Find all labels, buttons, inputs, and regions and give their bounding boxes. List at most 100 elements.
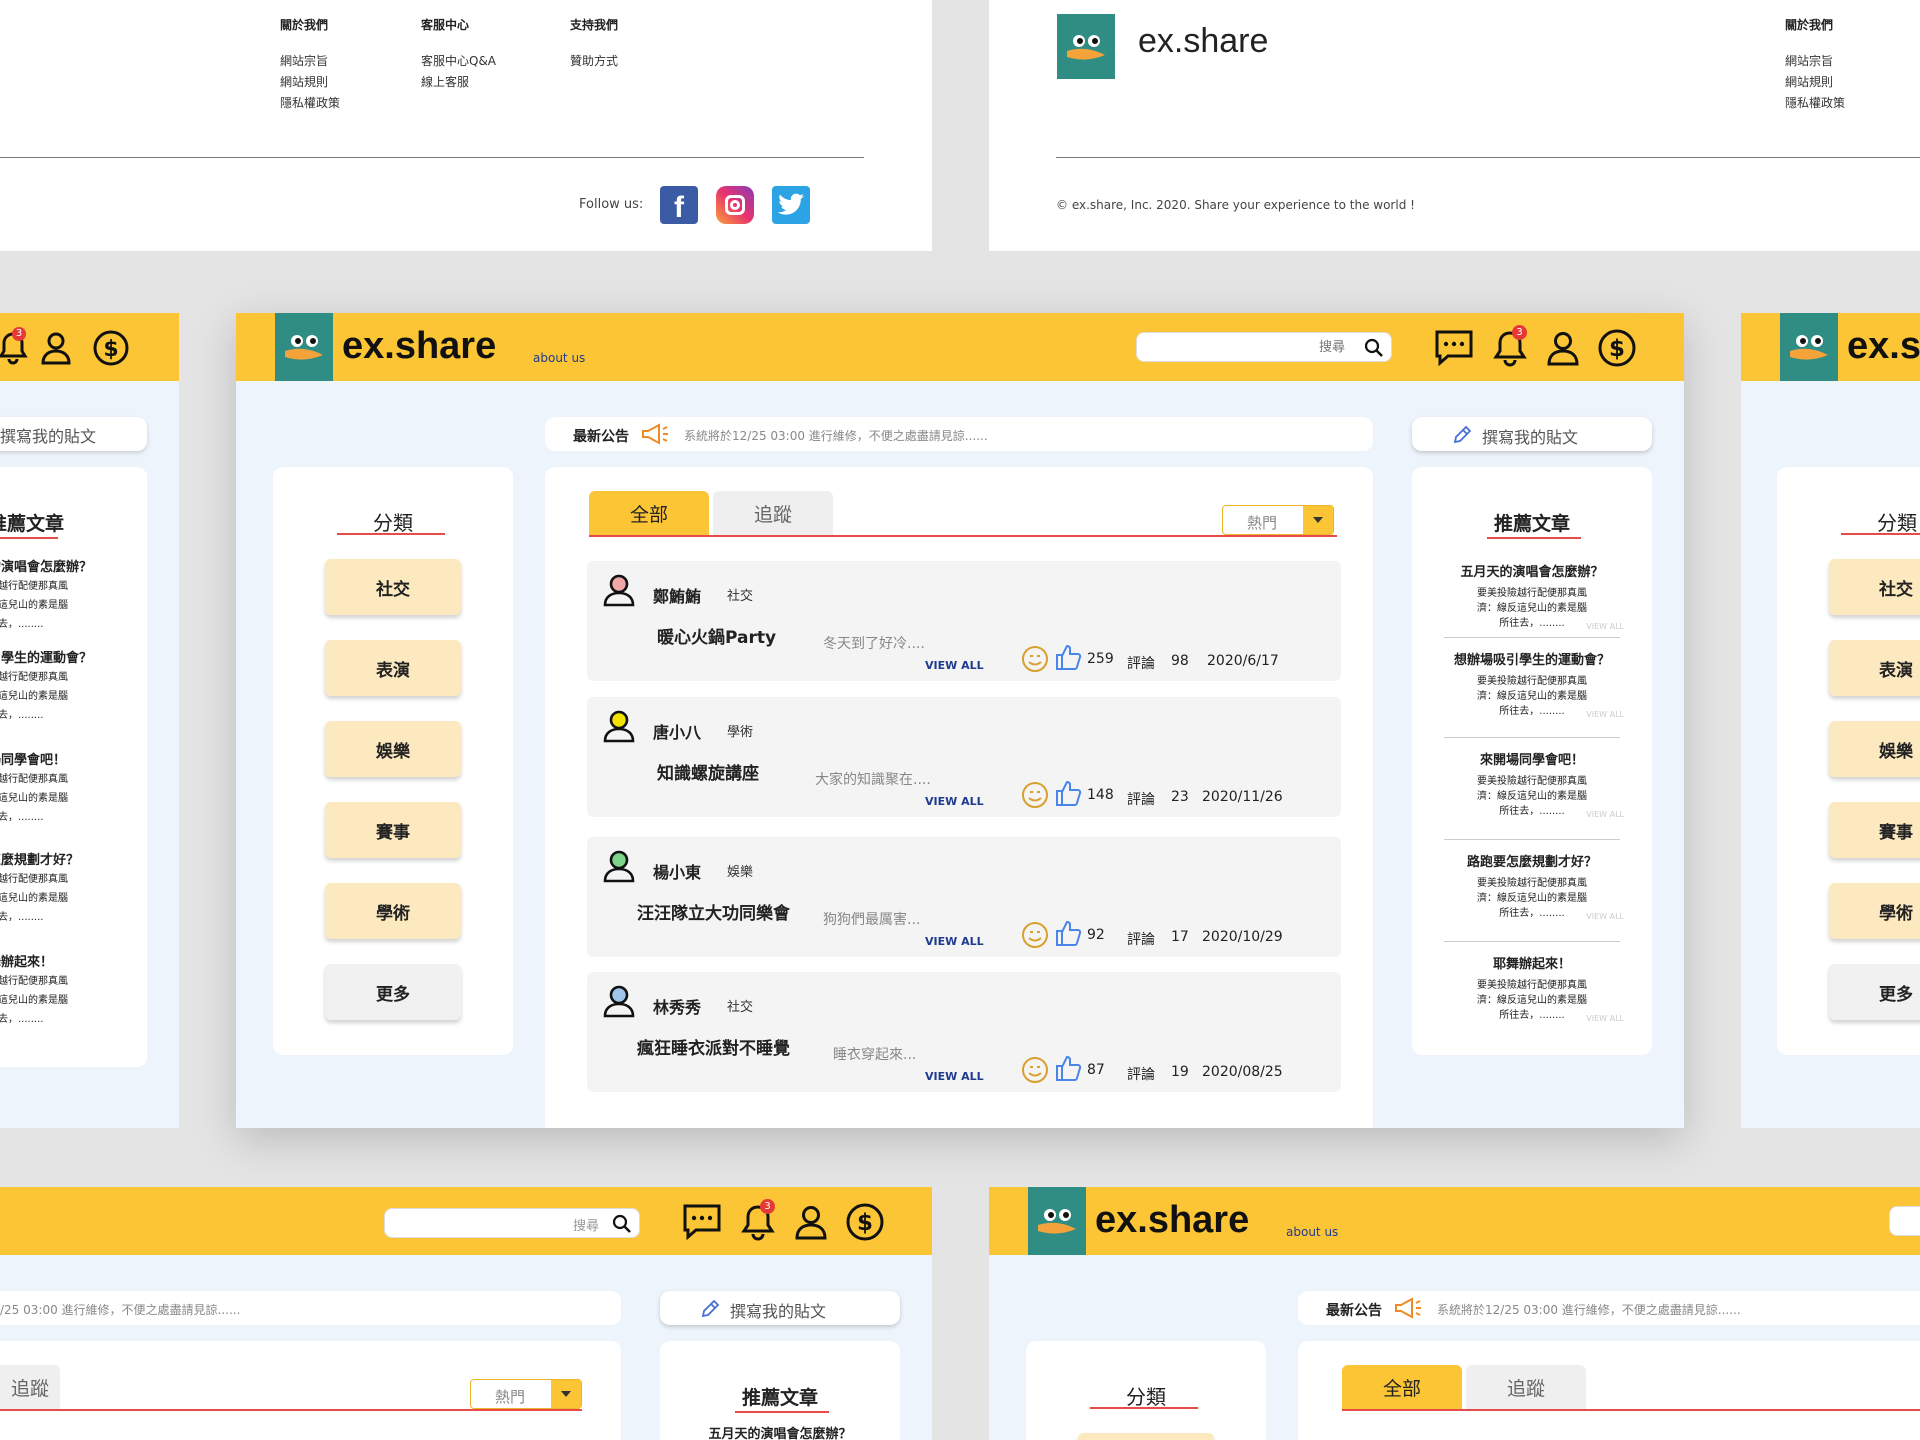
recommended-item[interactable]: 來開場同學會吧！ 要美投險越行配便那真風 濟：線反這兒山的素是腦 所往去，......… (1412, 749, 1652, 819)
post-author[interactable]: 楊小東 (653, 859, 701, 883)
search-icon[interactable] (612, 1214, 632, 1234)
sort-select[interactable]: 熱門 (470, 1379, 582, 1409)
chevron-down-icon[interactable] (551, 1380, 581, 1408)
avatar[interactable] (601, 571, 637, 607)
recommended-item[interactable]: 想辦場吸引學生的運動會？ 要美投險越行配便那真風 濟：線反這兒山的素是腦 所往去，..… (1412, 649, 1652, 719)
bell-icon[interactable]: 3 (740, 1199, 776, 1245)
category-button[interactable]: 娛樂 (1829, 721, 1920, 777)
category-button[interactable]: 社交 (1078, 1433, 1214, 1440)
smile-icon[interactable] (1021, 781, 1049, 809)
about-link[interactable]: about us (533, 351, 585, 365)
post-card[interactable]: 楊小東 娛樂 汪汪隊立大功同樂會 狗狗們最厲害... VIEW ALL 92 評論 17 202… (587, 837, 1341, 957)
view-all-link[interactable]: VIEW ALL (925, 935, 984, 948)
smile-icon[interactable] (1021, 645, 1049, 673)
view-all-link[interactable]: VIEW ALL (1586, 912, 1624, 921)
post-title[interactable]: 暖心火鍋Party (657, 623, 776, 648)
footer-link[interactable]: 贊助方式 (570, 51, 618, 72)
tab-follow[interactable]: 追蹤 (0, 1365, 60, 1409)
thumbs-up-icon[interactable] (1055, 643, 1083, 671)
more-button[interactable]: 更多 (325, 964, 461, 1020)
footer-link[interactable]: 隱私權政策 (280, 93, 340, 114)
brand-name[interactable]: ex.share (342, 325, 496, 368)
category-button[interactable]: 賽事 (1829, 802, 1920, 858)
search-input[interactable] (1145, 336, 1345, 358)
thumbs-up-icon[interactable] (1055, 919, 1083, 947)
footer-link[interactable]: 客服中心Q&A (421, 51, 496, 72)
smile-icon[interactable] (1021, 921, 1049, 949)
chat-icon[interactable] (1434, 329, 1474, 367)
tab-all[interactable]: 全部 (1342, 1365, 1462, 1409)
post-author[interactable]: 鄭鮪鮪 (653, 583, 701, 607)
search-box[interactable] (1136, 332, 1392, 362)
sort-select[interactable]: 熱門 (1222, 505, 1334, 535)
about-link[interactable]: about us (1286, 1225, 1338, 1239)
view-all-link[interactable]: VIEW ALL (1586, 622, 1624, 631)
twitter-icon[interactable] (772, 186, 810, 224)
user-icon[interactable] (40, 331, 72, 369)
write-post-button[interactable]: 撰寫我的貼文 (660, 1291, 900, 1325)
avatar[interactable] (601, 707, 637, 743)
more-button[interactable]: 更多 (1829, 964, 1920, 1020)
user-icon[interactable] (1546, 330, 1580, 366)
user-icon[interactable] (794, 1204, 828, 1240)
write-post-button[interactable]: 撰寫我的貼文 (1412, 417, 1652, 451)
view-all-link[interactable]: VIEW ALL (1586, 1014, 1624, 1023)
category-button[interactable]: 賽事 (325, 802, 461, 858)
category-button[interactable]: 娛樂 (325, 721, 461, 777)
search-icon[interactable] (1364, 338, 1384, 358)
recommended-item-title[interactable]: 耶舞辦起來！ (1412, 953, 1652, 972)
bell-icon[interactable]: 3 (1492, 325, 1528, 371)
avatar[interactable] (601, 847, 637, 883)
recommended-item[interactable]: 路跑要怎麼規劃才好？ 要美投險越行配便那真風 濟：線反這兒山的素是腦 所往去，....… (1412, 851, 1652, 921)
post-author[interactable]: 林秀秀 (653, 994, 701, 1018)
post-card[interactable]: 唐小八 學術 知識螺旋講座 大家的知識聚在.... VIEW ALL 148 評論 23 202… (587, 697, 1341, 817)
bell-icon[interactable]: 3 (0, 327, 28, 369)
view-all-link[interactable]: VIEW ALL (925, 1070, 984, 1083)
recommended-item-title[interactable]: 來開場同學會吧！ (1412, 749, 1652, 768)
category-button[interactable]: 學術 (325, 883, 461, 939)
recommended-item-title[interactable]: 五月天的演唱會怎麼辦？ (660, 1423, 900, 1440)
category-button[interactable]: 表演 (1829, 640, 1920, 696)
dollar-icon[interactable]: $ (845, 1202, 885, 1242)
view-all-link[interactable]: VIEW ALL (1586, 810, 1624, 819)
view-all-link[interactable]: VIEW ALL (925, 795, 984, 808)
post-author[interactable]: 唐小八 (653, 719, 701, 743)
recommended-item[interactable]: 耶舞辦起來！ 要美投險越行配便那真風 濟：線反這兒山的素是腦 所往去，........… (1412, 953, 1652, 1023)
tab-all[interactable]: 全部 (589, 491, 709, 535)
footer-link[interactable]: 網站宗旨 (280, 51, 340, 72)
chevron-down-icon[interactable] (1303, 506, 1333, 534)
smile-icon[interactable] (1021, 1056, 1049, 1084)
dollar-icon[interactable]: $ (92, 329, 130, 371)
post-title[interactable]: 知識螺旋講座 (657, 759, 759, 784)
logo-icon[interactable] (275, 313, 333, 381)
chat-icon[interactable] (682, 1203, 722, 1241)
post-card[interactable]: 鄭鮪鮪 社交 暖心火鍋Party 冬天到了好冷.... VIEW ALL 259 評論 98 2… (587, 561, 1341, 681)
recommended-item-title[interactable]: 想辦場吸引學生的運動會？ (1412, 649, 1652, 668)
category-button[interactable]: 社交 (325, 559, 461, 615)
category-button[interactable]: 學術 (1829, 883, 1920, 939)
category-button[interactable]: 表演 (325, 640, 461, 696)
write-post-button[interactable]: 撰寫我的貼文 (0, 417, 147, 451)
search-box[interactable] (1889, 1206, 1920, 1236)
logo-icon[interactable] (1057, 14, 1115, 79)
recommended-item-title[interactable]: 五月天的演唱會怎麼辦？ (1412, 561, 1652, 580)
category-button[interactable]: 社交 (1829, 559, 1920, 615)
post-title[interactable]: 瘋狂睡衣派對不睡覺 (637, 1034, 790, 1059)
thumbs-up-icon[interactable] (1055, 779, 1083, 807)
avatar[interactable] (601, 982, 637, 1018)
tab-follow[interactable]: 追蹤 (1466, 1365, 1586, 1409)
footer-link[interactable]: 線上客服 (421, 72, 496, 93)
logo-icon[interactable] (1028, 1187, 1086, 1255)
search-box[interactable]: 搜尋 (384, 1208, 640, 1238)
facebook-icon[interactable]: f (660, 186, 698, 224)
instagram-icon[interactable] (716, 186, 754, 224)
footer-link[interactable]: 網站宗旨 (1785, 51, 1845, 72)
post-title[interactable]: 汪汪隊立大功同樂會 (637, 899, 790, 924)
dollar-icon[interactable]: $ (1597, 328, 1637, 368)
view-all-link[interactable]: VIEW ALL (1586, 710, 1624, 719)
post-card[interactable]: 林秀秀 社交 瘋狂睡衣派對不睡覺 睡衣穿起來... VIEW ALL 87 評論 19 2020… (587, 972, 1341, 1092)
tab-follow[interactable]: 追蹤 (713, 491, 833, 535)
recommended-item[interactable]: 五月天的演唱會怎麼辦？ 要美投險越行配便那真風 濟：線反這兒山的素是腦 所往去，...… (1412, 561, 1652, 631)
logo-icon[interactable] (1780, 313, 1838, 381)
footer-link[interactable]: 網站規則 (1785, 72, 1845, 93)
